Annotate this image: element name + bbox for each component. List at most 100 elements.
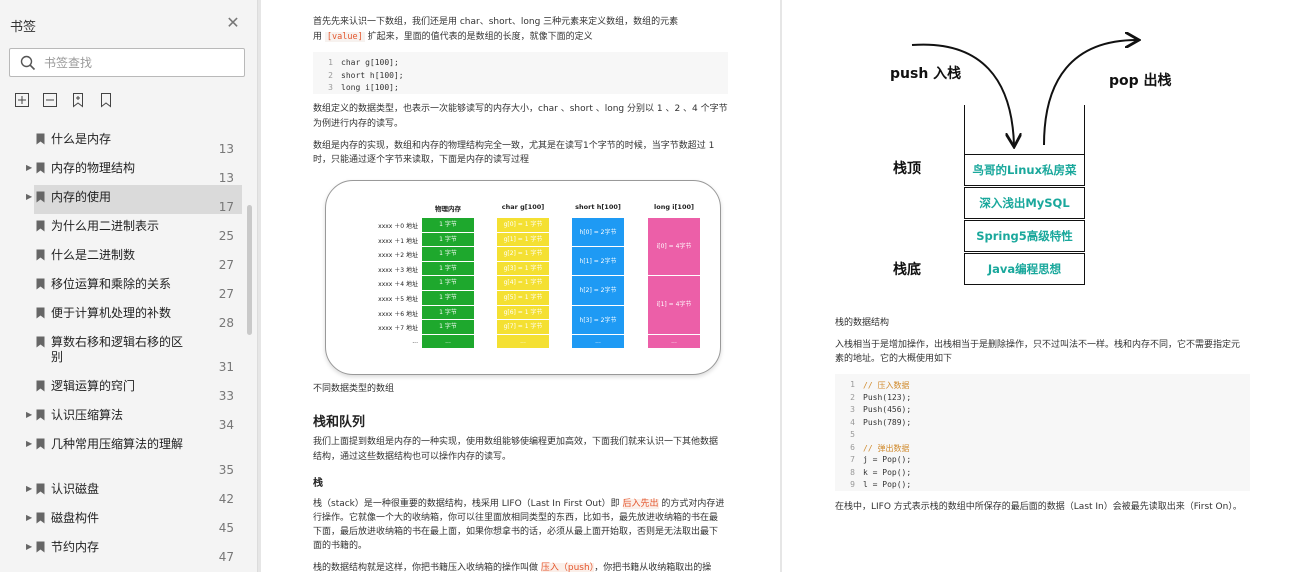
- memory-address-label: xxxx ＋2 地址: [378, 252, 418, 260]
- sidebar-bookmark-item[interactable]: ▶ 内存的使用 17: [0, 185, 248, 214]
- bookmark-icon: [36, 541, 45, 553]
- bookmark-page-number: 28: [218, 316, 234, 330]
- expand-arrow-icon[interactable]: ▶: [26, 163, 32, 172]
- sidebar-bookmark-item[interactable]: 为什么用二进制表示 25: [0, 214, 248, 243]
- code-line: l = Pop();: [863, 480, 912, 489]
- memory-cell-short: h[0] = 2字节: [572, 218, 624, 248]
- heading-stack-queue: 栈和队列: [313, 415, 366, 430]
- sidebar-bookmark-item[interactable]: ▶ 磁盘构件 45: [0, 506, 248, 535]
- stack-bottom-label: 栈底: [893, 262, 921, 278]
- para-stack-1: 栈（stack）是一种很重要的数据结构，栈采用 LIFO（Last In Fir…: [313, 497, 724, 512]
- intro-line-1: 首先先来认识一下数组，我们还是用 char、short、long 三种元素来定义…: [313, 17, 679, 27]
- pop-arrow: [1043, 40, 1137, 146]
- code-line-number: 2: [328, 70, 333, 80]
- stack-item: 深入浅出MySQL: [964, 187, 1085, 219]
- expand-all-icon[interactable]: [14, 92, 30, 108]
- bookmark-search-input[interactable]: [44, 53, 234, 73]
- bookmark-page-number: 13: [218, 142, 234, 156]
- memory-cell-char: g[4] = 1 字节: [497, 276, 549, 291]
- bookmark-icon: [36, 483, 45, 495]
- stack-item: Spring5高级特性: [964, 220, 1085, 252]
- para-structures-1: 我们上面提到数组是内存的一种实现，使用数组能够使编程更加高效，下面我们就来认识一…: [313, 437, 719, 447]
- memory-column-header: 物理内存: [435, 205, 461, 213]
- push-label: push 入栈: [890, 66, 962, 82]
- sidebar-bookmark-item[interactable]: ▶ 认识压缩算法 34: [0, 403, 248, 432]
- sidebar-bookmark-item[interactable]: 什么是二进制数 27: [0, 243, 248, 272]
- para-lifo: 在栈中，LIFO 方式表示栈的数组中所保存的最后面的数据（Last In）会被最…: [835, 502, 1242, 512]
- bookmark-page-number: 27: [218, 258, 234, 272]
- memory-cell-char: g[3] = 1 字节: [497, 261, 549, 277]
- sidebar-bookmark-item[interactable]: ▶ 认识磁盘 42: [0, 477, 248, 506]
- bookmark-page-number: 27: [218, 287, 234, 301]
- memory-cell-phys: 1 字节: [422, 261, 474, 277]
- bookmark-icon: [36, 336, 45, 348]
- memory-cell-phys: 1 字节: [422, 305, 474, 321]
- bookmark-icon: [36, 380, 45, 392]
- expand-arrow-icon[interactable]: ▶: [26, 439, 32, 448]
- memory-cell-phys: 1 字节: [422, 320, 474, 335]
- sidebar-bookmark-item[interactable]: ▶ 几种常用压缩算法的理解 35: [0, 432, 248, 477]
- sidebar-bookmark-item[interactable]: 算数右移和逻辑右移的区别 31: [0, 330, 248, 374]
- close-icon[interactable]: ✕: [224, 14, 242, 32]
- memory-column-header: long i[100]: [654, 203, 694, 211]
- code-line-number: 6: [850, 442, 855, 452]
- sidebar-bookmark-item[interactable]: 便于计算机处理的补数 28: [0, 301, 248, 330]
- code-line: Push(789);: [863, 417, 912, 427]
- bookmark-icon: [36, 162, 45, 174]
- sidebar-bookmark-item[interactable]: ▶ 节约内存 47: [0, 535, 248, 564]
- sidebar-bookmark-item[interactable]: ▶ 内存的物理结构 13: [0, 156, 248, 185]
- code-line-number: 3: [850, 405, 855, 414]
- bookmark-page-number: 13: [218, 171, 234, 185]
- bookmark-search-box[interactable]: [9, 48, 245, 77]
- expand-arrow-icon[interactable]: ▶: [26, 192, 32, 201]
- memory-address-label: ...: [412, 337, 418, 345]
- memory-cell-phys: 1 字节: [422, 218, 474, 233]
- memory-address-label: xxxx ＋3 地址: [378, 266, 418, 274]
- code-line: char g[100];: [341, 58, 399, 67]
- memory-cell-short: h[1] = 2字节: [572, 247, 624, 277]
- sidebar-scrollbar[interactable]: [247, 205, 252, 335]
- bookmark-label: 移位运算和乘除的关系: [51, 277, 172, 291]
- expand-arrow-icon[interactable]: ▶: [26, 542, 32, 551]
- para-stack-4: 面的书籍的。: [313, 541, 368, 551]
- code-line-number: 8: [850, 467, 855, 477]
- memory-column-header: short h[100]: [575, 203, 621, 211]
- memory-cell-phys: 1 字节: [422, 276, 474, 291]
- bookmark-label: 便于计算机处理的补数: [51, 306, 172, 320]
- memory-cell-phys: 1 字节: [422, 291, 474, 306]
- code-line: k = Pop();: [863, 467, 912, 477]
- memory-cell-char: g[1] = 1 字节: [497, 232, 549, 248]
- bookmark-label: 算数右移和逻辑右移的区别: [51, 335, 184, 364]
- expand-arrow-icon[interactable]: ▶: [26, 410, 32, 419]
- para-datatype-1: 数组定义的数据类型，也表示一次能够读写的内存大小，char 、short 、lo…: [313, 104, 728, 114]
- memory-diagram: 物理内存 char g[100] short h[100] long i[100] xx…: [325, 180, 721, 375]
- memory-cell-short: h[2] = 2字节: [572, 276, 624, 306]
- push-highlight: 压入（push）: [540, 563, 595, 572]
- sidebar-bookmark-item[interactable]: 什么是内存 13: [0, 127, 248, 156]
- para-array-memory-1: 数组是内存的实现，数组和内存的物理结构完全一致，尤其是在读写1个字节的时候，当字…: [313, 141, 715, 151]
- lifo-highlight: 后入先出: [622, 499, 659, 509]
- para-stack-3: 下面，最后放进收纳箱的书在最上面，如果你想拿书的话，必须从最上面开始取，否则是无…: [313, 527, 719, 537]
- pop-label: pop 出栈: [1109, 73, 1172, 89]
- collapse-all-icon[interactable]: [42, 92, 58, 108]
- sidebar-bookmark-item[interactable]: 逻辑运算的窍门 33: [0, 374, 248, 403]
- add-bookmark-icon[interactable]: [70, 92, 86, 108]
- sidebar-bookmark-item[interactable]: 移位运算和乘除的关系 27: [0, 272, 248, 301]
- push-text-b: ，你把书籍从收纳箱取出的操: [594, 563, 712, 572]
- bookmark-icon: [36, 249, 45, 261]
- bookmark-page-number: 25: [218, 229, 234, 243]
- expand-arrow-icon[interactable]: ▶: [26, 513, 32, 522]
- code-line: j = Pop();: [863, 455, 912, 464]
- bookmark-page-number: 17: [218, 200, 234, 214]
- sidebar-title: 书签: [10, 20, 37, 35]
- bookmark-icon[interactable]: [98, 92, 114, 108]
- bookmark-page-number: 31: [218, 360, 234, 374]
- code-line-number: 1: [328, 58, 333, 67]
- expand-arrow-icon[interactable]: ▶: [26, 484, 32, 493]
- bookmark-page-number: 42: [218, 492, 234, 506]
- bookmark-icon: [36, 278, 45, 290]
- bookmark-page-number: 34: [218, 418, 234, 432]
- bookmark-icon: [36, 409, 45, 421]
- stack-top-label: 栈顶: [893, 161, 921, 177]
- memory-cell-long: i[1] = 4字节: [648, 276, 700, 335]
